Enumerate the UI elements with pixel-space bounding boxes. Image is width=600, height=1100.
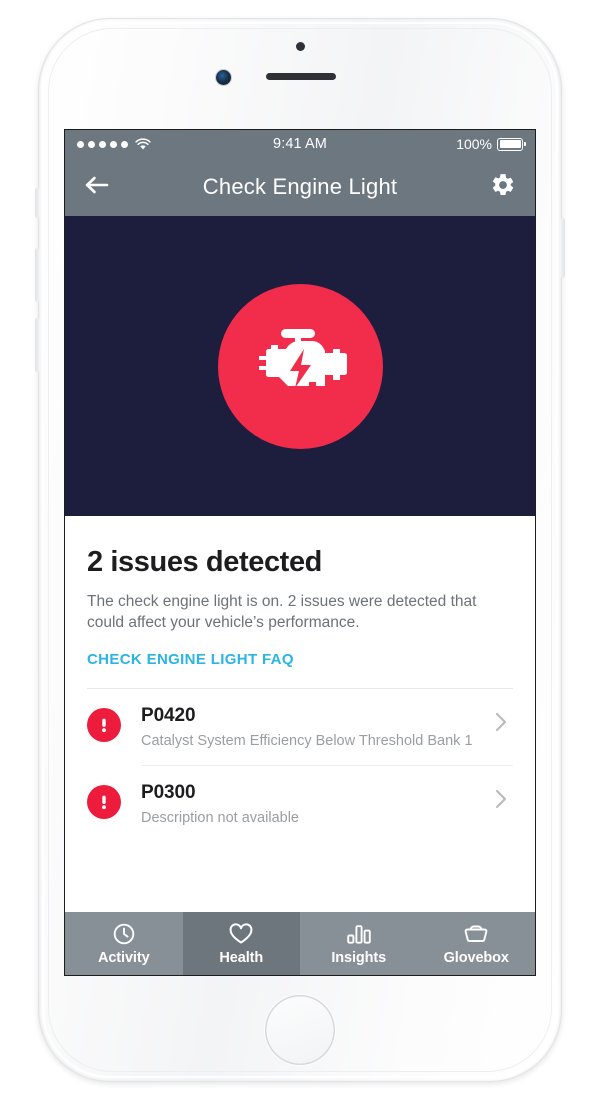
alert-exclamation-icon [87, 785, 121, 819]
content-area: 2 issues detected The check engine light… [65, 546, 535, 842]
tab-insights[interactable]: Insights [300, 912, 418, 975]
hero-banner [65, 216, 535, 516]
tab-glovebox[interactable]: Glovebox [418, 912, 536, 975]
chevron-right-icon [495, 705, 513, 732]
issue-code: P0300 [141, 782, 196, 803]
power-button[interactable] [560, 218, 565, 278]
page-title: Check Engine Light [202, 174, 398, 199]
heart-icon [228, 922, 254, 947]
status-bar-right: 100% [456, 136, 526, 152]
tab-label: Insights [331, 949, 387, 966]
issue-details: P0420 Catalyst System Efficiency Below T… [121, 705, 495, 751]
tab-label: Health [219, 949, 264, 966]
silent-switch[interactable] [35, 188, 40, 218]
check-engine-light-icon [248, 325, 352, 408]
clock-icon [112, 922, 136, 947]
nav-bar: Check Engine Light [65, 158, 535, 216]
faq-link[interactable]: CHECK ENGINE LIGHT FAQ [87, 651, 294, 668]
description-text: The check engine light is on. 2 issues w… [87, 593, 477, 631]
battery-percent-label: 100% [456, 136, 492, 152]
arrow-left-icon [84, 175, 110, 200]
glovebox-tray-icon [462, 922, 490, 947]
issue-code: P0420 [141, 705, 196, 726]
tab-label: Glovebox [443, 949, 509, 966]
volume-up-button[interactable] [35, 248, 40, 302]
status-bar: 9:41 AM 100% [65, 130, 535, 158]
proximity-sensor-icon [296, 42, 305, 51]
volume-down-button[interactable] [35, 318, 40, 372]
front-camera-icon [216, 70, 231, 85]
headline: 2 issues detected [87, 546, 322, 578]
issue-details: P0300 Description not available [121, 782, 495, 828]
issue-description: Catalyst System Efficiency Below Thresho… [141, 733, 473, 749]
tab-label: Activity [97, 949, 150, 966]
check-engine-light-badge [217, 283, 383, 449]
tab-health[interactable]: Health [182, 912, 300, 975]
bar-chart-icon [346, 922, 372, 947]
chevron-right-icon [495, 782, 513, 809]
issue-row[interactable]: P0420 Catalyst System Efficiency Below T… [87, 689, 513, 765]
phone-screen: 9:41 AM 100% Check Engine Light 2 issues… [65, 130, 535, 975]
phone-mockup: 9:41 AM 100% Check Engine Light 2 issues… [0, 0, 600, 1100]
back-button[interactable] [81, 171, 113, 203]
tab-activity[interactable]: Activity [65, 912, 183, 975]
earpiece-speaker-icon [266, 73, 336, 80]
issue-description: Description not available [141, 810, 299, 826]
alert-exclamation-icon [87, 708, 121, 742]
tab-bar: Activity Health Insights Glovebox [65, 912, 535, 975]
issue-row[interactable]: P0300 Description not available [87, 766, 513, 842]
battery-full-icon [497, 137, 526, 151]
settings-button[interactable] [487, 171, 519, 203]
gear-icon [490, 172, 516, 203]
home-button[interactable] [265, 995, 335, 1065]
